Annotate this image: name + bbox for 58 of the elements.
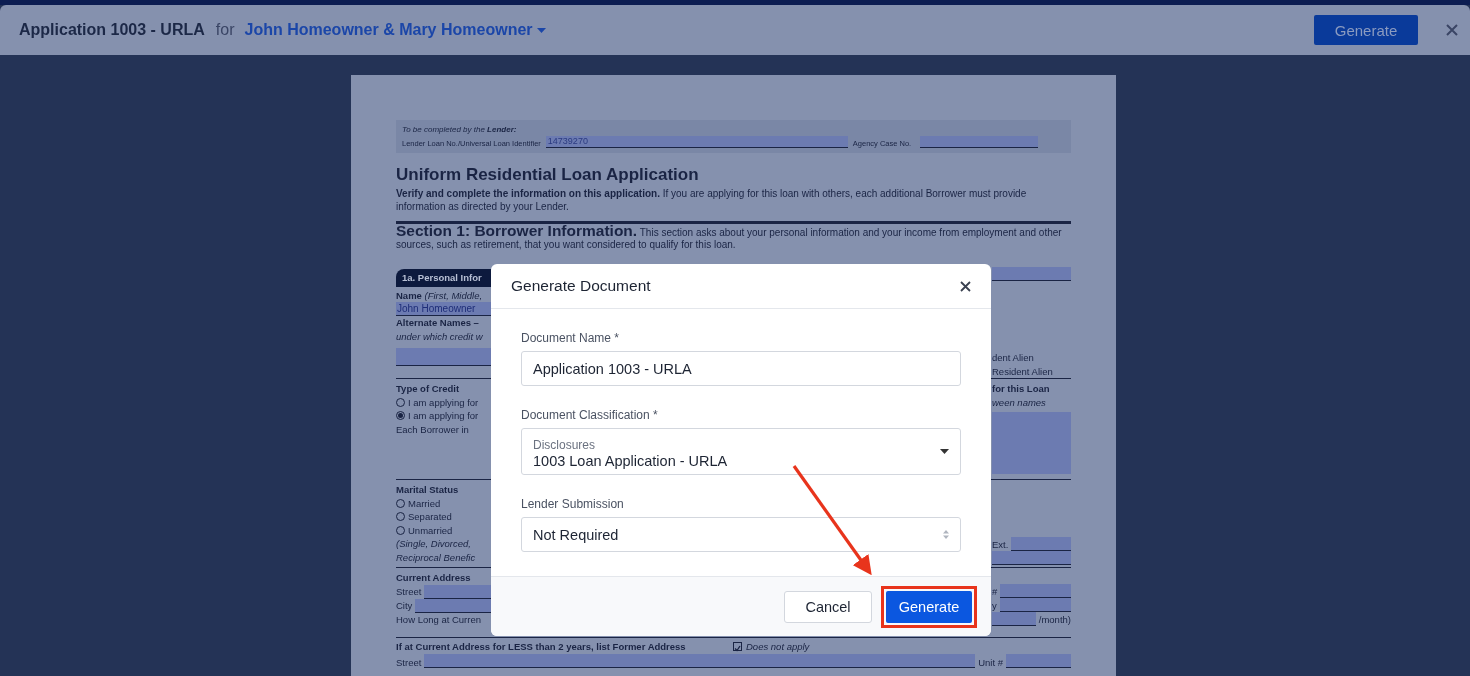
radio-label: Married xyxy=(408,496,441,510)
caret-icon xyxy=(536,27,546,33)
form-field xyxy=(992,612,1036,626)
generate-button[interactable]: Generate xyxy=(886,590,972,623)
document-title: Application 1003 - URLA xyxy=(19,21,205,39)
form-label: City xyxy=(396,599,413,613)
field-label: Document Name * xyxy=(521,331,620,345)
form-note: under which credit w xyxy=(396,329,484,343)
form-label: for this Loan xyxy=(992,382,1051,396)
field-label: Lender Submission xyxy=(521,497,624,511)
form-label: Street xyxy=(396,657,422,668)
form-note: Reciprocal Benefic xyxy=(396,550,477,564)
form-note: (Single, Divorced, xyxy=(396,537,472,551)
form-field xyxy=(424,584,491,599)
form-label: # xyxy=(992,584,998,598)
form-text: Resident Alien xyxy=(992,364,1054,378)
generate-button[interactable]: Generate xyxy=(1314,15,1418,45)
section-heading: 1a. Personal Infor xyxy=(396,269,491,287)
dialog-title: Generate Document xyxy=(511,277,651,295)
classification-select[interactable]: Disclosures 1003 Loan Application - URLA xyxy=(521,428,961,475)
form-label: Marital Status xyxy=(396,483,460,497)
radio-label: Separated xyxy=(408,510,452,524)
form-label: Ext. xyxy=(992,537,1009,551)
checkbox-label: Does not apply xyxy=(746,641,810,652)
header-text: for xyxy=(215,21,235,39)
form-label: Street xyxy=(396,585,422,599)
caret-icon xyxy=(940,449,949,454)
form-note: To be completed by the Lender: xyxy=(402,125,518,134)
form-label: y xyxy=(992,598,997,612)
form-label: If at Current Address for LESS than 2 years, list Former Address xyxy=(396,641,687,652)
close-icon[interactable] xyxy=(960,280,971,292)
form-intro: Verify and complete the information on this application. If you are applying for this loan with others, each additional Borrower must provide information as directed by your Lender. xyxy=(396,188,1028,213)
form-label: Name (First, Middle, xyxy=(396,288,484,302)
document-name-input[interactable]: Application 1003 - URLA xyxy=(521,351,961,386)
lender-submission-select[interactable]: Not Required xyxy=(521,517,961,552)
form-text: dent Alien xyxy=(992,351,1035,365)
radio-label: Unmarried xyxy=(408,523,453,537)
form-field: John Homeowner xyxy=(396,302,491,316)
form-text: /month) xyxy=(1038,612,1071,626)
form-title: Uniform Residential Loan Application xyxy=(396,165,700,185)
section-intro: Section 1: Borrower Information. This section asks about your personal information and your income from employment and other sources, such as retirement, that you want considered to qualify for this loan. xyxy=(396,221,1071,251)
form-label: Type of Credit xyxy=(396,382,461,396)
radio-label: I am applying for xyxy=(408,409,479,423)
form-label: Alternate Names – xyxy=(396,316,480,330)
form-field xyxy=(1011,537,1071,551)
form-label: Current Address xyxy=(396,571,472,585)
cancel-button[interactable]: Cancel xyxy=(784,590,872,623)
form-field: 14739270 xyxy=(545,136,848,148)
form-note: ween names xyxy=(992,395,1047,409)
form-label: Unit # xyxy=(978,657,1003,668)
form-text: Each Borrower in xyxy=(396,422,470,436)
form-text: How Long at Curren xyxy=(396,612,483,626)
form-field xyxy=(1006,654,1071,668)
sort-icon xyxy=(943,530,949,539)
form-field xyxy=(1000,584,1071,598)
field-label: Document Classification * xyxy=(521,408,658,422)
radio-label: I am applying for xyxy=(408,395,479,409)
form-field xyxy=(999,598,1071,612)
